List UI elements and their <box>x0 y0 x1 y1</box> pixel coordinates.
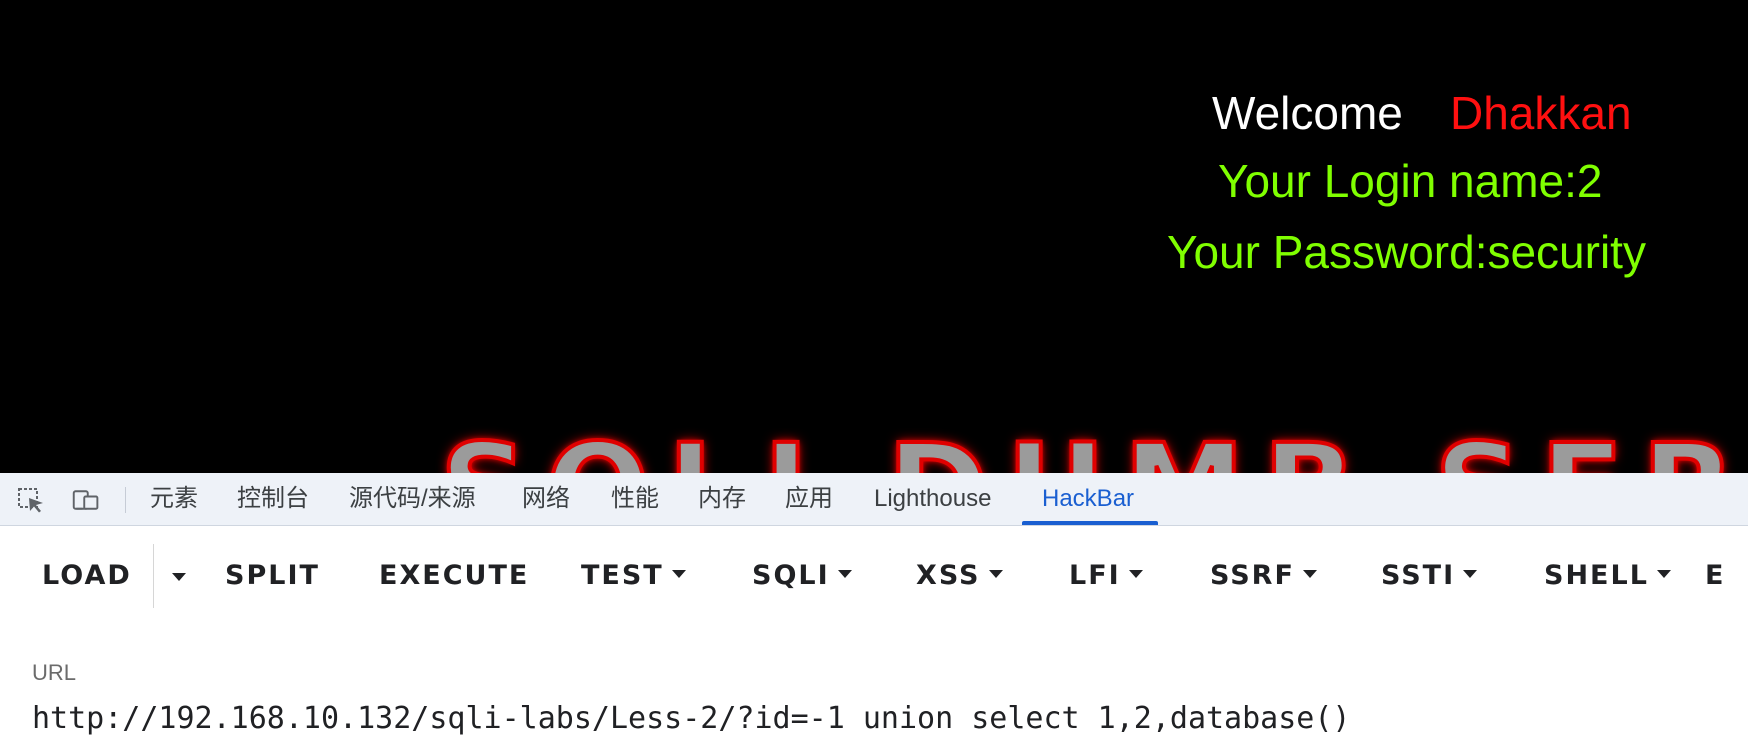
chevron-down-icon <box>671 569 686 578</box>
active-tab-indicator <box>1022 521 1158 525</box>
ssti-menu-button[interactable]: SSTI <box>1381 556 1478 596</box>
url-label: URL <box>32 660 77 685</box>
load-dropdown-chevron-icon[interactable] <box>172 573 186 581</box>
sqli-menu-label: SQLI <box>752 560 830 591</box>
shell-menu-button[interactable]: SHELL <box>1544 556 1671 596</box>
devtools-tab-strip: 元素 控制台 源代码/来源 网络 性能 内存 应用 Lighthouse Hac… <box>0 473 1748 526</box>
login-name-result: Your Login name:2 <box>1218 155 1603 207</box>
tab-memory[interactable]: 内存 <box>698 473 746 525</box>
load-button-divider <box>153 544 154 608</box>
sqli-banner-logo: SQLI DUMB SERIES <box>438 416 1748 473</box>
tab-network[interactable]: 网络 <box>522 473 570 525</box>
execute-button[interactable]: EXECUTE <box>379 556 529 596</box>
xss-menu-button[interactable]: XSS <box>916 556 1003 596</box>
sqli-menu-button[interactable]: SQLI <box>752 556 852 596</box>
ssrf-menu-label: SSRF <box>1210 560 1295 591</box>
chevron-down-icon <box>1656 569 1671 578</box>
chevron-down-icon <box>1463 569 1478 578</box>
split-button[interactable]: SPLIT <box>225 556 320 596</box>
welcome-label: Welcome <box>1212 87 1403 139</box>
chevron-down-icon <box>1128 569 1143 578</box>
welcome-line: Welcome Dhakkan <box>0 86 1748 146</box>
tab-application[interactable]: 应用 <box>785 473 833 525</box>
tab-hackbar[interactable]: HackBar <box>1042 473 1134 525</box>
test-menu-label: TEST <box>581 560 664 591</box>
tab-lighthouse[interactable]: Lighthouse <box>874 473 991 525</box>
welcome-username: Dhakkan <box>1450 87 1632 139</box>
load-button[interactable]: LOAD <box>42 556 132 596</box>
test-menu-button[interactable]: TEST <box>581 556 686 596</box>
shell-menu-label: SHELL <box>1544 560 1649 591</box>
web-page-content: Welcome Dhakkan Your Login name:2 Your P… <box>0 0 1748 473</box>
chevron-down-icon <box>837 569 852 578</box>
devtools-separator <box>125 487 126 513</box>
lfi-menu-label: LFI <box>1069 560 1121 591</box>
xss-menu-label: XSS <box>916 560 981 591</box>
chevron-down-icon <box>988 569 1003 578</box>
password-result: Your Password:security <box>1167 226 1646 278</box>
encoding-menu-button[interactable]: E <box>1705 556 1725 596</box>
url-input[interactable] <box>32 698 1732 738</box>
hackbar-toolbar: LOAD SPLIT EXECUTE TEST SQLI XSS LFI SSR… <box>0 526 1748 626</box>
tab-elements[interactable]: 元素 <box>150 473 198 525</box>
inspect-element-icon[interactable] <box>17 487 45 513</box>
device-toolbar-icon[interactable] <box>72 487 100 513</box>
ssrf-menu-button[interactable]: SSRF <box>1210 556 1317 596</box>
ssti-menu-label: SSTI <box>1381 560 1456 591</box>
tab-console[interactable]: 控制台 <box>237 473 309 525</box>
tab-sources[interactable]: 源代码/来源 <box>349 473 476 525</box>
chevron-down-icon <box>1302 569 1317 578</box>
tab-performance[interactable]: 性能 <box>611 473 659 525</box>
lfi-menu-button[interactable]: LFI <box>1069 556 1143 596</box>
